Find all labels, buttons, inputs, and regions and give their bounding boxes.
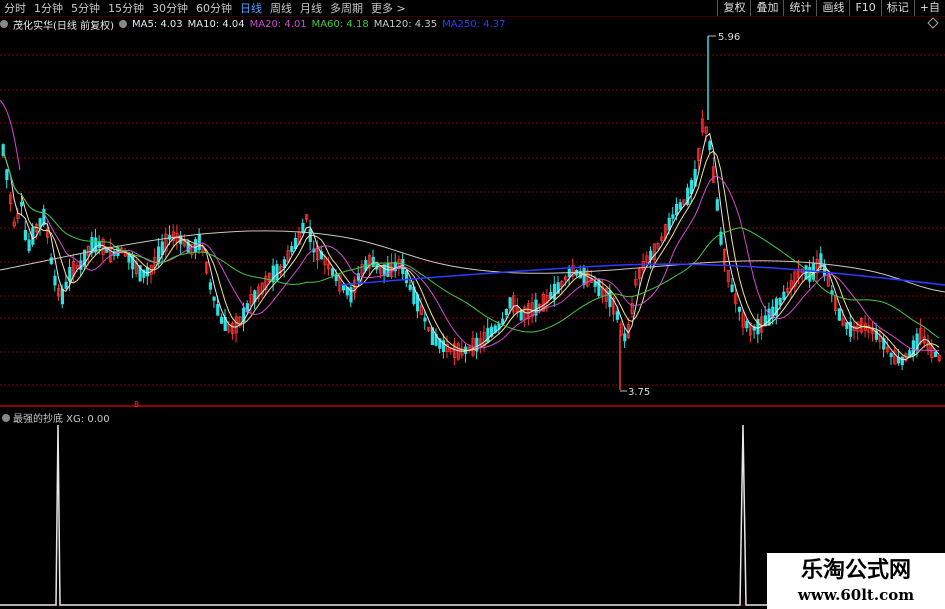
watermark-title: 乐淘公式网	[800, 557, 911, 583]
candle	[53, 275, 57, 286]
candle	[208, 282, 212, 290]
candle	[667, 217, 671, 231]
watermark: 乐淘公式网 www.60lt.com	[767, 553, 945, 609]
candle	[145, 267, 150, 277]
ma-line	[0, 99, 21, 171]
candle	[486, 327, 490, 343]
candle	[68, 266, 72, 282]
low-price-label: 3.75	[628, 387, 650, 398]
ma120-line	[0, 230, 945, 293]
ma-line	[2, 132, 940, 361]
candle	[597, 279, 601, 297]
candle	[819, 253, 823, 268]
high-price-label: 5.96	[718, 32, 740, 43]
candle	[371, 256, 375, 268]
candle	[423, 317, 427, 322]
settings-circle-icon[interactable]	[2, 413, 10, 422]
ma-line	[2, 149, 940, 351]
ma-line	[2, 149, 940, 339]
candle	[330, 268, 335, 276]
candle	[778, 298, 782, 305]
candle	[212, 296, 216, 301]
candle	[23, 229, 28, 241]
candle	[582, 267, 586, 285]
candle	[197, 233, 201, 251]
candle	[60, 288, 65, 305]
candle	[689, 180, 694, 194]
candle	[504, 308, 509, 316]
candle	[845, 322, 849, 329]
candle	[508, 297, 512, 309]
candle	[219, 316, 224, 324]
signal-marker: 8	[134, 400, 139, 409]
watermark-url: www.60lt.com	[797, 586, 915, 604]
candle	[737, 307, 742, 312]
candle	[94, 237, 98, 253]
candle	[275, 264, 279, 281]
indicator-legend: 最强的抄底 XG: 0.00	[2, 410, 110, 425]
candle	[49, 257, 53, 265]
candle	[341, 284, 346, 291]
candle	[730, 284, 734, 292]
candle	[5, 169, 9, 181]
candle	[64, 281, 68, 289]
candle	[837, 308, 842, 321]
candle	[678, 202, 682, 210]
candle	[290, 246, 294, 253]
ma-line	[2, 149, 940, 358]
candle	[715, 199, 719, 211]
candle	[168, 234, 172, 240]
candlestick-chart[interactable]: 5.96 3.75 8	[0, 0, 945, 609]
candle	[404, 270, 409, 284]
candle	[20, 201, 24, 207]
candle	[767, 308, 771, 326]
candle	[216, 304, 220, 316]
candle	[900, 356, 904, 366]
candle	[38, 218, 42, 227]
candle	[552, 283, 557, 300]
candle	[745, 321, 749, 329]
candle	[105, 248, 109, 253]
candle	[889, 353, 893, 357]
candle	[27, 239, 31, 252]
candle	[708, 141, 712, 150]
candle	[301, 222, 305, 234]
candle	[608, 290, 612, 308]
candle	[675, 203, 679, 216]
candle	[671, 214, 675, 219]
candle	[623, 333, 627, 342]
candle	[408, 284, 412, 290]
candle	[782, 291, 786, 301]
candle	[615, 311, 620, 320]
candle	[501, 318, 505, 324]
indicator-label: 最强的抄底 XG: 0.00	[13, 414, 110, 425]
candle	[934, 351, 938, 358]
